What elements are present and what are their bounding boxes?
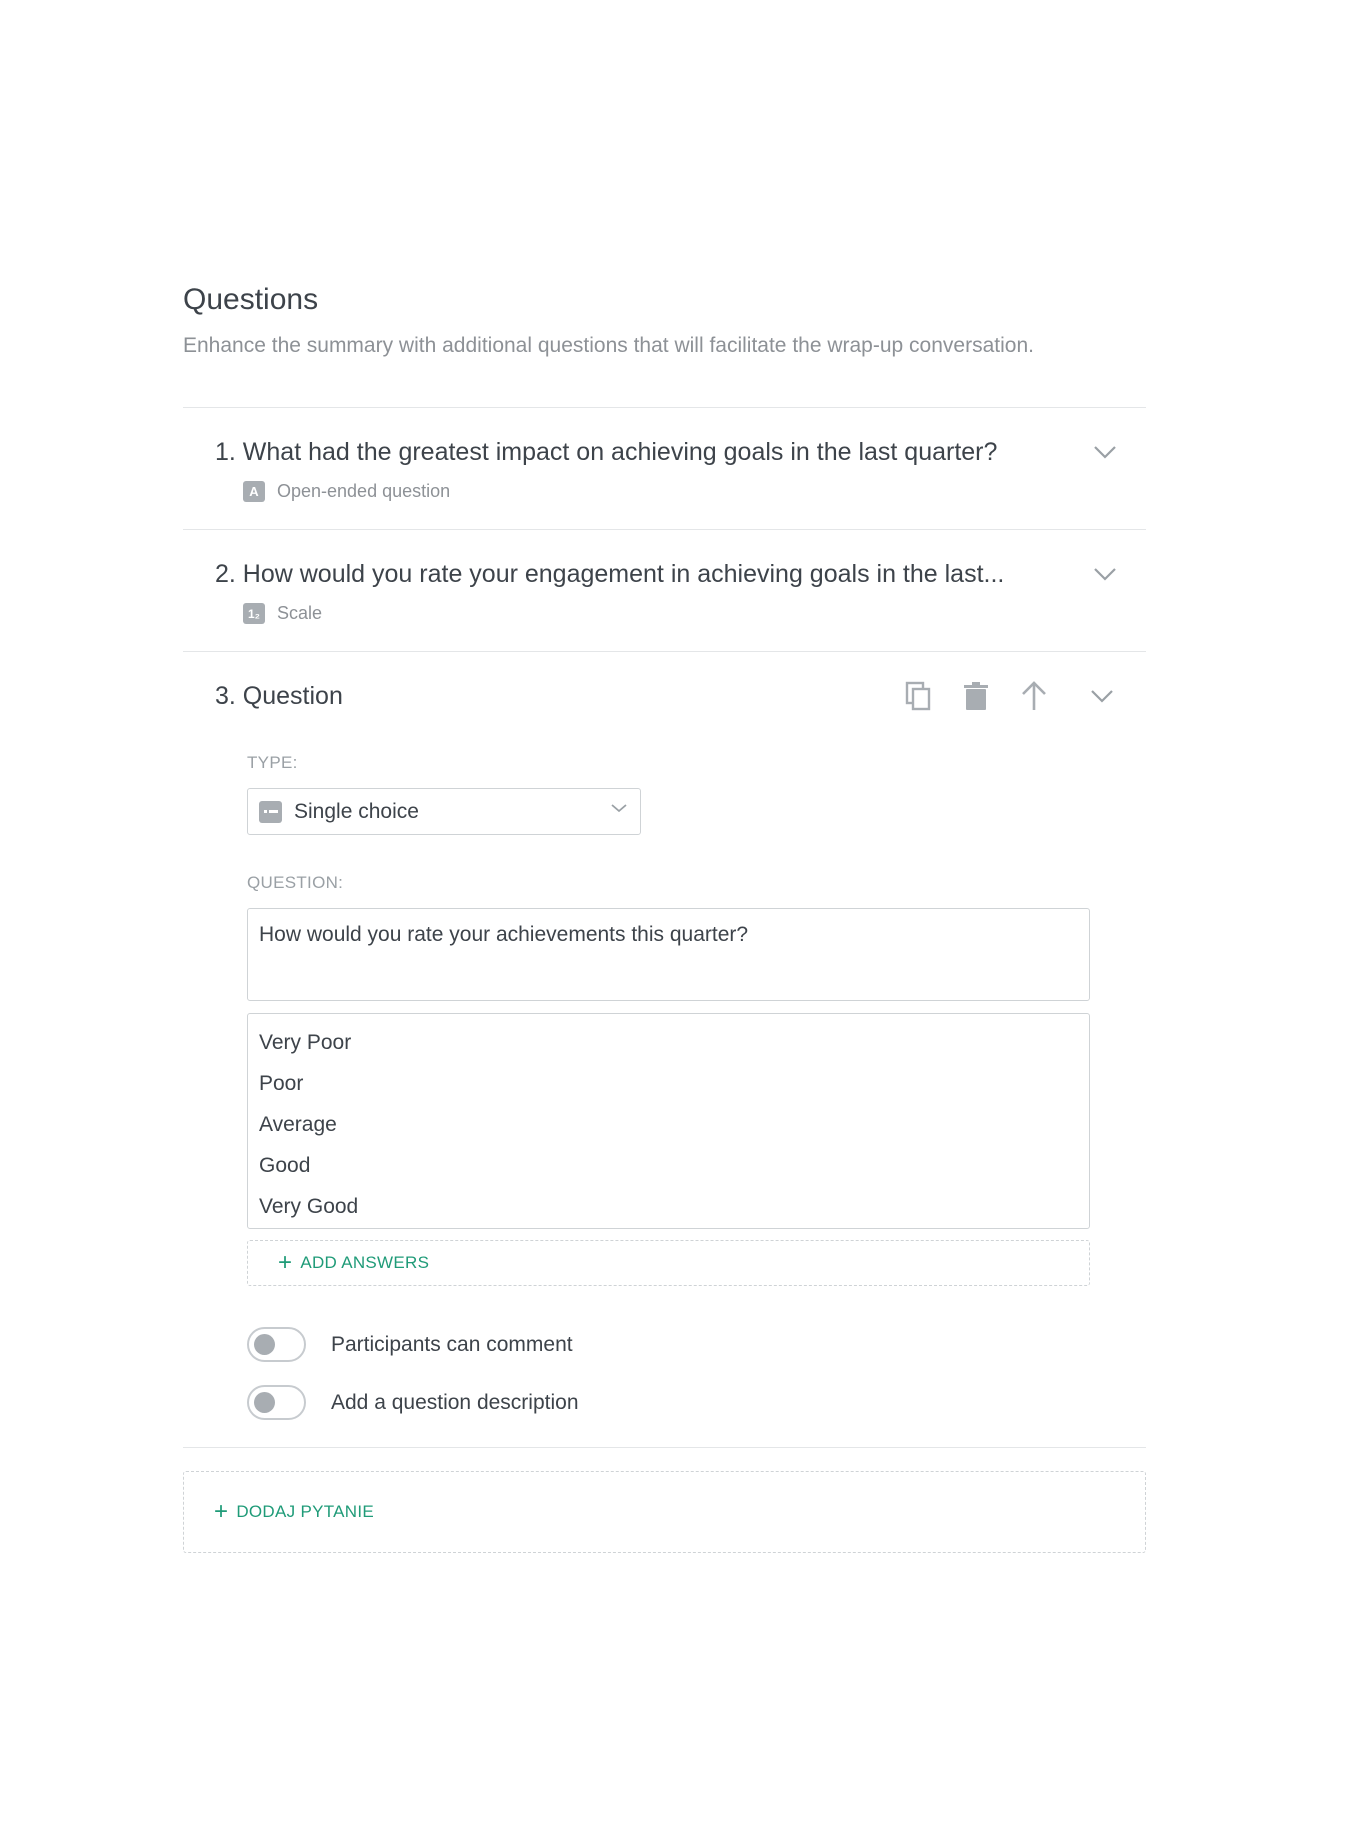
arrow-up-icon[interactable]	[1018, 680, 1050, 712]
chevron-down-icon[interactable]	[1086, 680, 1118, 712]
answer-option[interactable]: Very Good	[259, 1186, 1078, 1227]
toggle-label: Add a question description	[331, 1390, 579, 1414]
question-description-toggle[interactable]	[247, 1385, 306, 1420]
single-choice-icon	[259, 800, 282, 823]
question-title: 2. How would you rate your engagement in…	[215, 560, 1005, 588]
type-label: TYPE:	[247, 753, 298, 772]
chevron-down-icon	[610, 801, 628, 819]
question-item-3: 3. Question TYPE: Single choice QUESTION…	[183, 651, 1146, 1447]
copy-icon[interactable]	[902, 680, 934, 712]
answer-option[interactable]: Very Poor	[259, 1022, 1078, 1063]
answer-option[interactable]: Good	[259, 1145, 1078, 1186]
add-answers-label: ADD ANSWERS	[300, 1253, 430, 1272]
scale-icon: 1₂	[243, 603, 265, 624]
question-item-2[interactable]: 2. How would you rate your engagement in…	[183, 529, 1146, 651]
question-type-select[interactable]: Single choice	[247, 788, 641, 835]
comment-toggle-row: Participants can comment	[247, 1327, 573, 1362]
section-title: Questions	[183, 283, 319, 316]
question-title: 3. Question	[215, 682, 343, 710]
trash-icon[interactable]	[960, 680, 992, 712]
answer-option[interactable]: Average	[259, 1104, 1078, 1145]
divider	[183, 1447, 1146, 1448]
answer-option[interactable]: Poor	[259, 1063, 1078, 1104]
answers-list: Very Poor Poor Average Good Very Good	[247, 1013, 1090, 1229]
questions-section-header: Questions Enhance the summary with addit…	[183, 280, 1146, 360]
open-ended-icon: A	[243, 481, 265, 502]
participants-comment-toggle[interactable]	[247, 1327, 306, 1362]
chevron-down-icon[interactable]	[1092, 561, 1118, 587]
section-description: Enhance the summary with additional ques…	[183, 334, 1034, 357]
question-title: 1. What had the greatest impact on achie…	[215, 438, 998, 466]
question-type: 1₂ Scale	[243, 603, 322, 624]
plus-icon: +	[278, 1249, 293, 1276]
add-question-button[interactable]: + DODAJ PYTANIE	[183, 1471, 1146, 1553]
question-actions	[876, 680, 1118, 712]
question-type-label: Open-ended question	[277, 481, 451, 501]
plus-icon: +	[214, 1498, 229, 1525]
chevron-down-icon[interactable]	[1092, 439, 1118, 465]
add-question-label: DODAJ PYTANIE	[236, 1502, 375, 1521]
question-type: A Open-ended question	[243, 481, 450, 502]
question-item-1[interactable]: 1. What had the greatest impact on achie…	[183, 407, 1146, 529]
question-type-value: Single choice	[294, 799, 419, 823]
toggle-label: Participants can comment	[331, 1332, 573, 1356]
question-textarea[interactable]: How would you rate your achievements thi…	[247, 908, 1090, 1001]
add-answers-button[interactable]: + ADD ANSWERS	[247, 1240, 1090, 1286]
description-toggle-row: Add a question description	[247, 1385, 579, 1420]
question-type-label: Scale	[277, 603, 323, 623]
question-label: QUESTION:	[247, 873, 344, 892]
